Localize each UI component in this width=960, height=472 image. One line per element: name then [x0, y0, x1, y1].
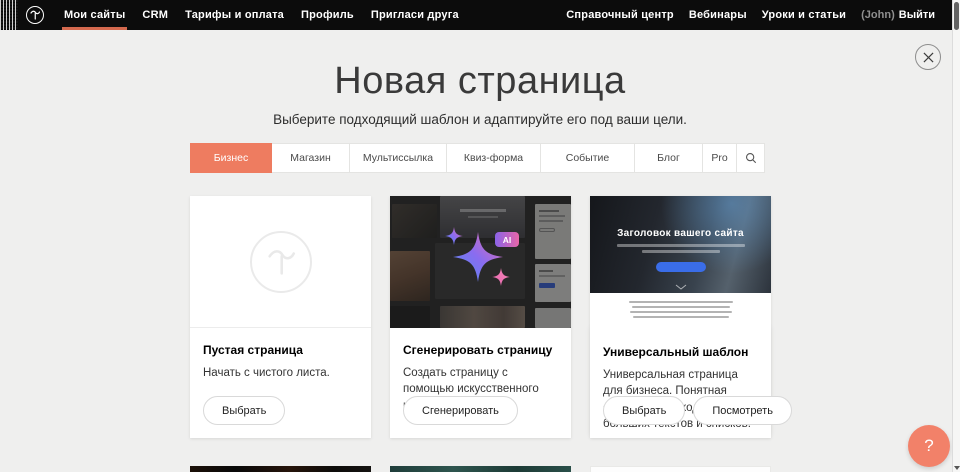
tab-shop[interactable]: Магазин: [271, 143, 350, 173]
nav-label: Тарифы и оплата: [185, 9, 284, 21]
preview-text-line: [630, 311, 732, 313]
ai-badge: AI: [495, 232, 519, 247]
tab-blog[interactable]: Блог: [634, 143, 703, 173]
universal-template-preview: Заголовок вашего сайта: [590, 196, 771, 293]
card-info: Пустая страница Начать с чистого листа.: [190, 328, 371, 381]
nav-label: Справочный центр: [566, 9, 674, 21]
nav-crm[interactable]: CRM: [142, 0, 168, 30]
card-title: Сгенерировать страницу: [403, 343, 558, 357]
tilda-ghost-logo-icon: [250, 231, 312, 293]
scrollbar-thumb[interactable]: [954, 2, 959, 30]
card-actions: Сгенерировать: [403, 396, 518, 425]
nav-profile[interactable]: Профиль: [301, 0, 354, 30]
nav-webinars[interactable]: Вебинары: [689, 9, 747, 21]
help-button[interactable]: ?: [908, 425, 950, 467]
template-card-ai-generate: AI Сгенерировать страницу Создать страни…: [390, 196, 571, 438]
template-category-tabs: Бизнес Магазин Мультиссылка Квиз-форма С…: [190, 143, 771, 173]
card-title: Пустая страница: [203, 343, 358, 357]
nav-help-center[interactable]: Справочный центр: [566, 9, 674, 21]
preview-text-section: [590, 293, 771, 330]
nav-label: Мои сайты: [64, 9, 125, 21]
tab-quiz-form[interactable]: Квиз-форма: [446, 143, 541, 173]
tab-search[interactable]: [736, 143, 765, 173]
generate-button[interactable]: Сгенерировать: [403, 396, 518, 425]
blank-template-preview: [190, 196, 371, 328]
preview-hero-title: Заголовок вашего сайта: [590, 228, 771, 239]
preview-text-line: [629, 301, 733, 303]
tilda-logo-icon[interactable]: [26, 6, 44, 24]
preview-text-line: [632, 306, 730, 308]
tab-multilink[interactable]: Мультиссылка: [349, 143, 447, 173]
nav-label: Уроки и статьи: [762, 9, 846, 21]
preview-cta-button: [656, 262, 706, 272]
nav-right: Справочный центр Вебинары Уроки и статьи…: [566, 9, 935, 21]
choose-universal-button[interactable]: Выбрать: [603, 396, 685, 425]
user-name: (John): [861, 9, 895, 21]
tab-pro[interactable]: Pro: [702, 143, 737, 173]
scrollbar-down-arrow-icon[interactable]: [954, 466, 960, 470]
logout-link[interactable]: Выйти: [899, 9, 935, 21]
card-actions: Выбрать Посмотреть: [603, 396, 792, 425]
template-card-partial[interactable]: [590, 466, 771, 472]
top-navbar: Мои сайты CRM Тарифы и оплата Профиль Пр…: [0, 0, 952, 30]
preview-text-line: [617, 244, 745, 247]
nav-invite-friend[interactable]: Пригласи друга: [371, 0, 459, 30]
page-title: Новая страница: [0, 60, 960, 103]
choose-blank-button[interactable]: Выбрать: [203, 396, 285, 425]
nav-label: CRM: [142, 9, 168, 21]
scrollbar[interactable]: [952, 0, 960, 472]
tab-business[interactable]: Бизнес: [190, 143, 272, 173]
page-subtitle: Выберите подходящий шаблон и адаптируйте…: [0, 112, 960, 127]
nav-lessons[interactable]: Уроки и статьи: [762, 9, 846, 21]
nav-left: Мои сайты CRM Тарифы и оплата Профиль Пр…: [64, 0, 459, 30]
new-page-dialog: Мои сайты CRM Тарифы и оплата Профиль Пр…: [0, 0, 960, 472]
active-tab-underline: [62, 27, 127, 30]
nav-tariffs[interactable]: Тарифы и оплата: [185, 0, 284, 30]
template-card-partial[interactable]: [190, 466, 371, 472]
nav-my-sites[interactable]: Мои сайты: [64, 0, 125, 30]
nav-label: Профиль: [301, 9, 354, 21]
ai-sparkle-icon: [390, 196, 571, 328]
template-card-partial[interactable]: [390, 466, 571, 472]
user-logout[interactable]: (John) Выйти: [861, 9, 935, 21]
card-actions: Выбрать: [203, 396, 285, 425]
nav-label: Вебинары: [689, 9, 747, 21]
chevron-down-icon: [675, 284, 687, 290]
card-title: Универсальный шаблон: [603, 345, 758, 359]
template-card-blank: Пустая страница Начать с чистого листа. …: [190, 196, 371, 438]
ai-template-preview: AI: [390, 196, 571, 328]
preview-universal-button[interactable]: Посмотреть: [693, 396, 792, 425]
preview-text-line: [642, 250, 720, 253]
search-icon: [745, 152, 757, 164]
card-description: Начать с чистого листа.: [203, 365, 358, 381]
template-card-universal: Заголовок вашего сайта Универсальный шаб…: [590, 196, 771, 438]
tab-event[interactable]: Событие: [540, 143, 635, 173]
decorative-wave-pattern: [0, 0, 18, 30]
nav-label: Пригласи друга: [371, 9, 459, 21]
preview-text-line: [633, 316, 729, 318]
